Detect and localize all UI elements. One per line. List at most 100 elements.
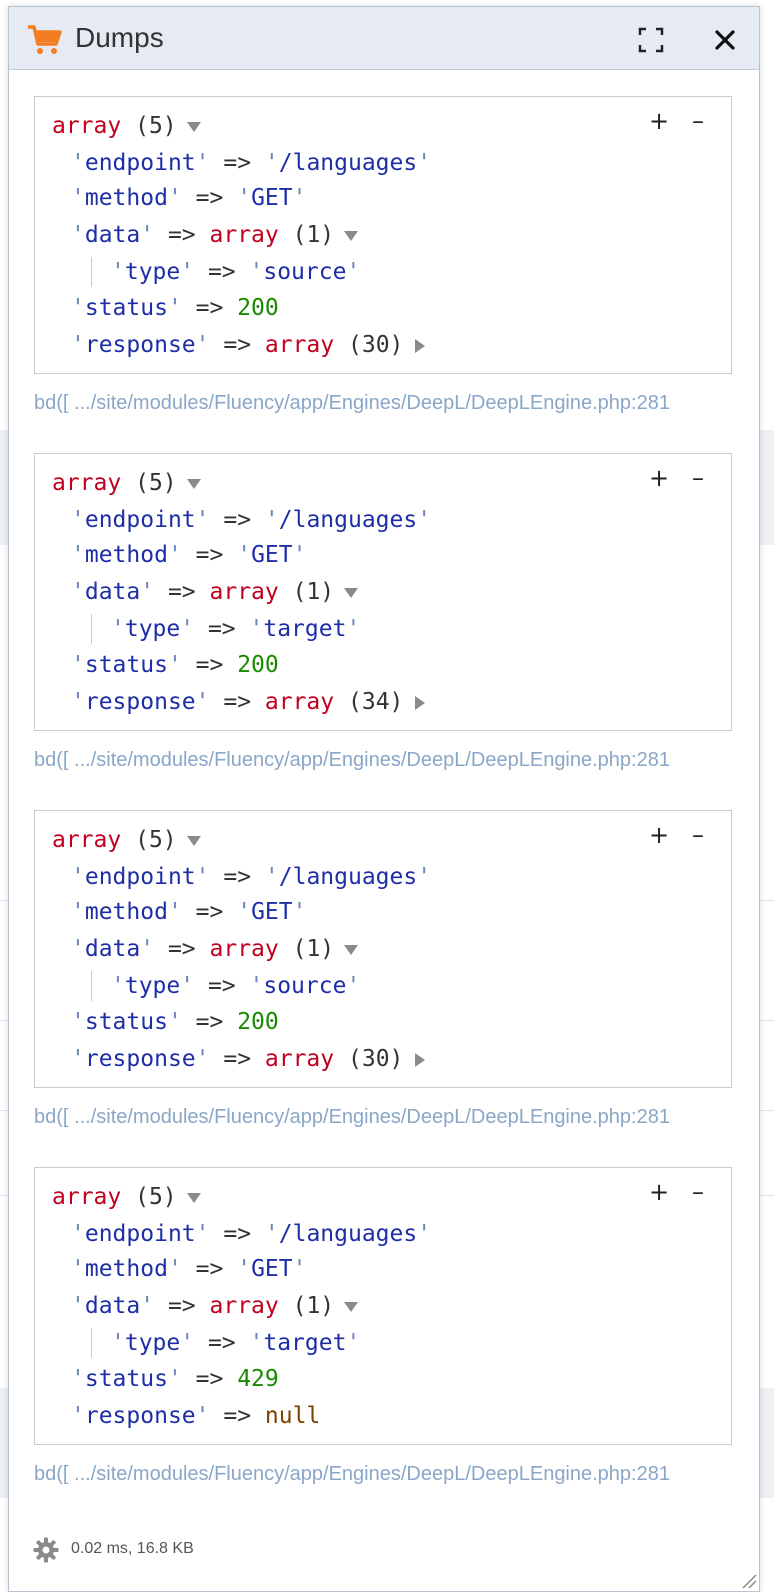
nesting-guide xyxy=(91,1328,92,1358)
collapse-all-button[interactable]: – xyxy=(689,821,707,849)
dump-row[interactable]: 'data' => array (1) xyxy=(71,934,359,964)
row-key: status xyxy=(84,295,168,321)
row-value: /languages xyxy=(278,507,418,533)
row-key: method xyxy=(84,185,168,211)
dump-source-link[interactable]: bd([ .../site/modules/Fluency/app/Engine… xyxy=(34,749,670,772)
footer-stats: 0.02 ms, 16.8 KB xyxy=(71,1540,194,1557)
dump-header[interactable]: array (5) xyxy=(52,825,201,855)
collapse-toggle-icon[interactable] xyxy=(186,1192,201,1203)
row-value: target xyxy=(263,1330,347,1356)
dump-row: 'status' => 200 xyxy=(71,295,279,321)
row-key: status xyxy=(84,1366,168,1392)
row-key: endpoint xyxy=(84,1221,196,1247)
row-key: endpoint xyxy=(84,507,196,533)
dump-header[interactable]: array (5) xyxy=(52,1182,201,1212)
close-icon[interactable] xyxy=(710,25,740,55)
row-key: response xyxy=(84,689,196,715)
collapse-all-button[interactable]: – xyxy=(689,464,707,492)
dump-header[interactable]: array (5) xyxy=(52,468,201,498)
row-key: data xyxy=(84,579,141,605)
dump-row: 'method' => 'GET' xyxy=(71,185,307,211)
count-label: (5) xyxy=(135,113,177,139)
expand-all-button[interactable]: + xyxy=(649,464,669,492)
collapse-toggle-icon[interactable] xyxy=(344,230,359,241)
row-value: GET xyxy=(251,1256,293,1282)
dump-row[interactable]: 'data' => array (1) xyxy=(71,1291,359,1321)
row-key: data xyxy=(84,936,141,962)
panel-titlebar[interactable]: Dumps xyxy=(9,7,759,70)
collapse-toggle-icon[interactable] xyxy=(186,478,201,489)
collapse-toggle-icon[interactable] xyxy=(344,587,359,598)
row-key: data xyxy=(84,222,141,248)
dump-row: 'endpoint' => '/languages' xyxy=(71,864,432,890)
dump-source-link[interactable]: bd([ .../site/modules/Fluency/app/Engine… xyxy=(34,1463,670,1486)
dump-row: 'response' => null xyxy=(71,1403,321,1429)
collapse-all-button[interactable]: – xyxy=(689,1178,707,1206)
dump-header[interactable]: array (5) xyxy=(52,111,201,141)
dump-row: 'endpoint' => '/languages' xyxy=(71,150,432,176)
expand-all-button[interactable]: + xyxy=(649,821,669,849)
collapse-toggle-icon[interactable] xyxy=(186,121,201,132)
row-value-type: array xyxy=(264,332,335,358)
row-key: type xyxy=(124,259,181,285)
type-label: array xyxy=(52,113,122,139)
dump-row: 'endpoint' => '/languages' xyxy=(71,1221,432,1247)
dumps-panel: Dumps + – array (5) 'endpoint' => '/lang… xyxy=(8,6,760,1592)
row-value: 200 xyxy=(237,295,279,321)
row-value-type: array xyxy=(264,689,335,715)
dump-controls: + – xyxy=(649,1178,707,1206)
collapse-all-button[interactable]: – xyxy=(689,107,707,135)
row-value: /languages xyxy=(278,864,418,890)
cart-icon xyxy=(28,25,62,54)
collapse-toggle-icon[interactable] xyxy=(186,835,201,846)
dump-row[interactable]: 'response' => array (34) xyxy=(71,687,426,717)
dump-row: 'status' => 429 xyxy=(71,1366,279,1392)
dump-row: 'endpoint' => '/languages' xyxy=(71,507,432,533)
dump-source-link[interactable]: bd([ .../site/modules/Fluency/app/Engine… xyxy=(34,1106,670,1129)
row-value: GET xyxy=(251,542,293,568)
dump-row[interactable]: 'response' => array (30) xyxy=(71,1044,426,1074)
dump-row[interactable]: 'data' => array (1) xyxy=(71,220,359,250)
resize-handle-icon[interactable] xyxy=(739,1571,757,1589)
expand-toggle-icon[interactable] xyxy=(415,338,426,353)
row-value-type: array xyxy=(209,222,279,248)
row-value: GET xyxy=(251,185,293,211)
row-value: source xyxy=(263,973,347,999)
row-value-count: (1) xyxy=(292,222,335,248)
collapse-toggle-icon[interactable] xyxy=(344,944,359,955)
row-key: status xyxy=(84,1009,168,1035)
row-value: target xyxy=(263,616,347,642)
expand-toggle-icon[interactable] xyxy=(415,1052,426,1067)
type-label: array xyxy=(52,827,122,853)
collapse-toggle-icon[interactable] xyxy=(344,1301,359,1312)
dump-row: 'type' => 'target' xyxy=(111,616,361,642)
row-value-type: array xyxy=(264,1046,335,1072)
dump-row: 'status' => 200 xyxy=(71,1009,279,1035)
row-key: type xyxy=(124,973,181,999)
nesting-guide xyxy=(91,614,92,644)
row-key: status xyxy=(84,652,168,678)
row-value: 429 xyxy=(237,1366,279,1392)
dump-row: 'type' => 'target' xyxy=(111,1330,361,1356)
row-value-count: (30) xyxy=(348,1046,404,1072)
row-value: 200 xyxy=(237,1009,279,1035)
row-value: source xyxy=(263,259,347,285)
dump-source-link[interactable]: bd([ .../site/modules/Fluency/app/Engine… xyxy=(34,392,670,415)
expand-all-button[interactable]: + xyxy=(649,107,669,135)
fullscreen-icon[interactable] xyxy=(638,27,664,53)
expand-toggle-icon[interactable] xyxy=(415,695,426,710)
row-value: /languages xyxy=(278,150,418,176)
row-key: method xyxy=(84,899,168,925)
dump-row: 'status' => 200 xyxy=(71,652,279,678)
dump-row: 'type' => 'source' xyxy=(111,259,361,285)
expand-all-button[interactable]: + xyxy=(649,1178,669,1206)
dump-row[interactable]: 'data' => array (1) xyxy=(71,577,359,607)
row-key: endpoint xyxy=(84,864,196,890)
dump-row: 'method' => 'GET' xyxy=(71,542,307,568)
row-value-count: (1) xyxy=(292,936,335,962)
dump-row[interactable]: 'response' => array (30) xyxy=(71,330,426,360)
row-value-count: (1) xyxy=(292,1293,335,1319)
row-key: response xyxy=(84,1046,196,1072)
count-label: (5) xyxy=(135,1184,177,1210)
dump-controls: + – xyxy=(649,464,707,492)
